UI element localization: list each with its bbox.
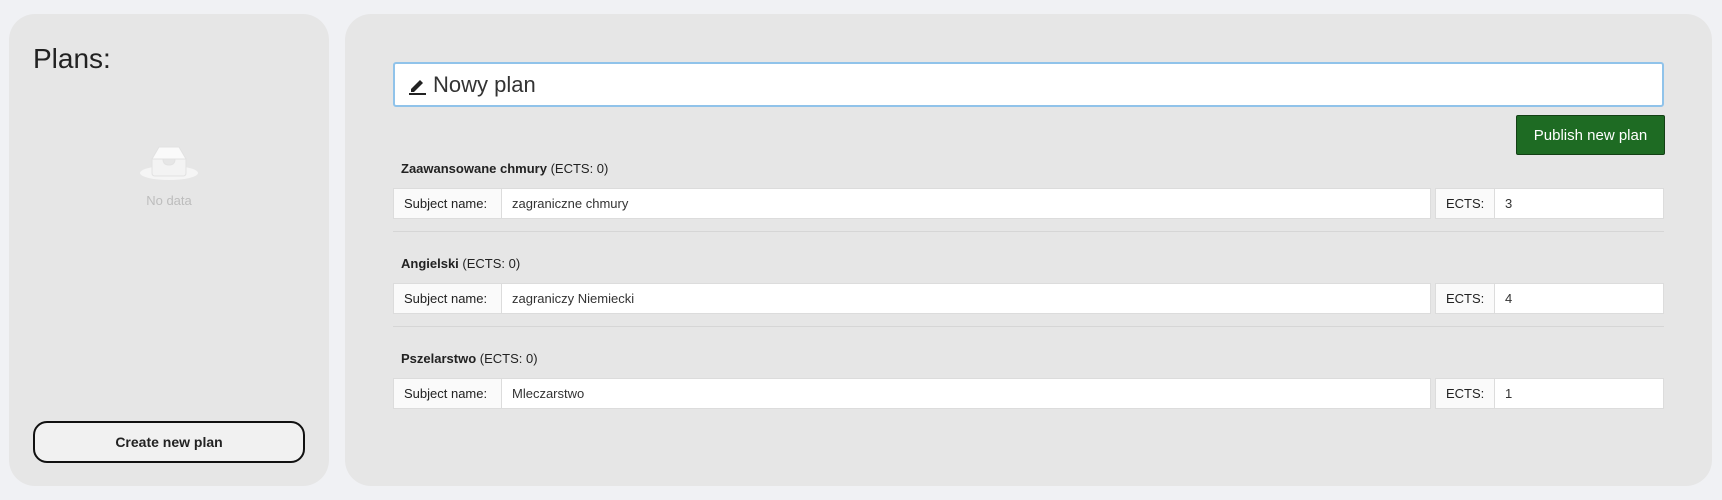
subject-name-label: Subject name: xyxy=(393,283,502,314)
ects-input[interactable] xyxy=(1495,188,1664,219)
empty-inbox-icon xyxy=(9,142,329,189)
subject-ects-summary: (ECTS: 0) xyxy=(479,351,538,366)
subject-heading: Angielski (ECTS: 0) xyxy=(401,256,520,271)
subject-ects-summary: (ECTS: 0) xyxy=(550,161,609,176)
edit-pencil-icon xyxy=(407,75,427,95)
subject-row: Subject name: ECTS: xyxy=(393,283,1664,314)
subject-name-label: Subject name: xyxy=(393,188,502,219)
plan-name-field[interactable] xyxy=(393,62,1664,107)
ects-label: ECTS: xyxy=(1435,188,1495,219)
subject-name-input[interactable] xyxy=(502,188,1431,219)
publish-new-plan-button[interactable]: Publish new plan xyxy=(1516,115,1665,155)
create-new-plan-button[interactable]: Create new plan xyxy=(33,421,305,463)
sidebar-title: Plans: xyxy=(33,43,111,74)
plans-sidebar: Plans: No data Create new plan xyxy=(9,14,329,486)
ects-label: ECTS: xyxy=(1435,378,1495,409)
subject-row: Subject name: ECTS: xyxy=(393,378,1664,409)
ects-input[interactable] xyxy=(1495,378,1664,409)
subject-title: Angielski xyxy=(401,256,459,271)
empty-state-text: No data xyxy=(146,193,192,208)
plan-editor: Publish new plan Zaawansowane chmury (EC… xyxy=(345,14,1712,486)
ects-input[interactable] xyxy=(1495,283,1664,314)
section-divider xyxy=(393,231,1664,232)
subject-title: Pszelarstwo xyxy=(401,351,477,366)
subject-heading: Zaawansowane chmury (ECTS: 0) xyxy=(401,161,608,176)
subject-name-input[interactable] xyxy=(502,283,1431,314)
subject-name-input[interactable] xyxy=(502,378,1431,409)
subject-title: Zaawansowane chmury xyxy=(401,161,547,176)
plan-name-input[interactable] xyxy=(433,64,1662,105)
ects-label: ECTS: xyxy=(1435,283,1495,314)
section-divider xyxy=(393,326,1664,327)
subject-ects-summary: (ECTS: 0) xyxy=(462,256,521,271)
subject-row: Subject name: ECTS: xyxy=(393,188,1664,219)
subject-heading: Pszelarstwo (ECTS: 0) xyxy=(401,351,538,366)
empty-state: No data xyxy=(9,142,329,208)
subject-name-label: Subject name: xyxy=(393,378,502,409)
